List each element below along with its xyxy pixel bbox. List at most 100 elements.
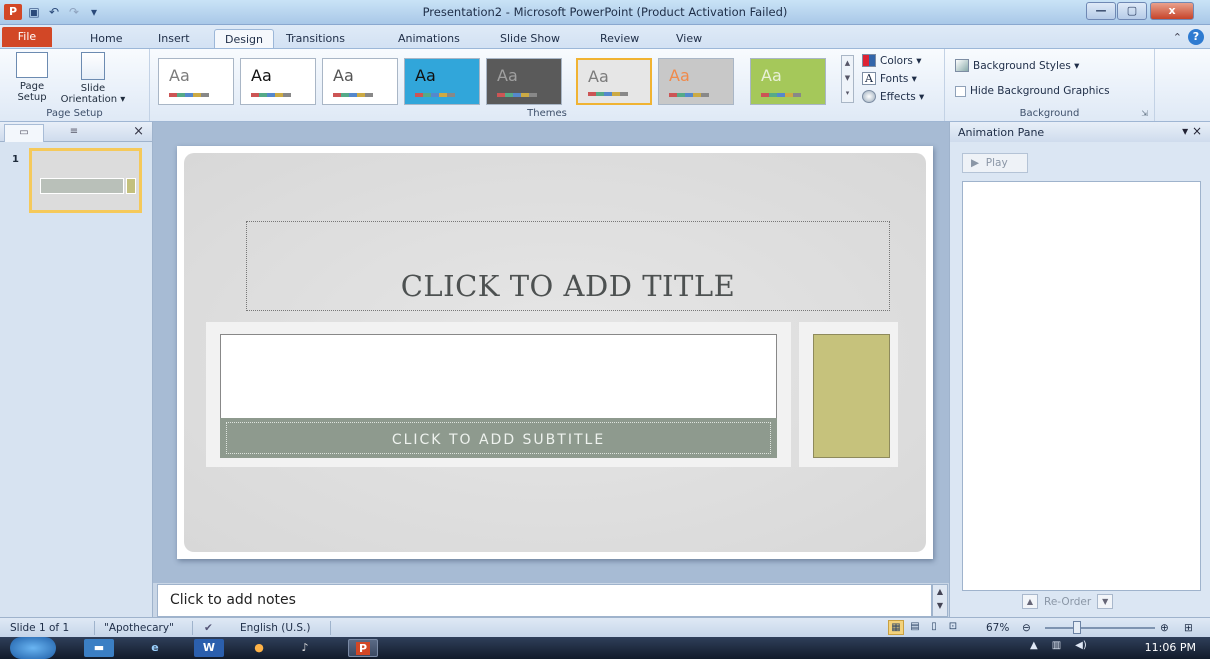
checkbox-icon xyxy=(955,85,966,97)
page-setup-icon xyxy=(16,52,48,78)
zoom-out-icon[interactable]: ⊖ xyxy=(1022,622,1031,634)
move-up-icon[interactable]: ▲ xyxy=(1022,594,1038,609)
volume-icon[interactable]: ◀) xyxy=(1075,640,1087,651)
window-title: Presentation2 - Microsoft PowerPoint (Pr… xyxy=(422,5,788,19)
theme-color-bar xyxy=(588,92,628,96)
explorer-icon[interactable]: ▬ xyxy=(84,639,114,657)
tab-slide-show[interactable]: Slide Show xyxy=(490,29,570,49)
page-setup-group-label: Page Setup xyxy=(46,108,103,119)
powerpoint-taskbar-icon[interactable]: P xyxy=(348,639,378,657)
dialog-launcher-icon[interactable]: ⇲ xyxy=(1141,109,1148,118)
tab-insert[interactable]: Insert xyxy=(148,29,200,49)
slide-thumbnail[interactable] xyxy=(29,148,142,213)
network-icon[interactable]: ▥ xyxy=(1052,640,1061,651)
tab-animations[interactable]: Animations xyxy=(388,29,470,49)
tab-outline[interactable]: ≡ xyxy=(54,124,94,142)
pane-options-icon[interactable]: ▾ xyxy=(1182,124,1188,138)
theme-thumbnail[interactable]: Aa xyxy=(576,58,652,105)
thumbnail-accent xyxy=(126,178,136,194)
hide-background-graphics-checkbox[interactable]: Hide Background Graphics xyxy=(955,85,1110,97)
tab-file[interactable]: File xyxy=(2,27,52,47)
notes-scrollbar[interactable]: ▲ ▼ xyxy=(932,584,948,617)
zoom-slider[interactable] xyxy=(1045,627,1155,629)
colors-button[interactable]: Colors ▾ xyxy=(862,54,922,67)
theme-thumbnail[interactable]: Aa xyxy=(158,58,234,105)
help-icon[interactable]: ? xyxy=(1188,29,1204,45)
app-icon[interactable]: ♪ xyxy=(290,639,320,657)
slide-canvas[interactable]: CLICK TO ADD TITLE CLICK TO ADD SUBTITLE xyxy=(177,146,933,559)
zoom-slider-thumb[interactable] xyxy=(1073,621,1081,634)
title-placeholder[interactable]: CLICK TO ADD TITLE xyxy=(246,221,890,311)
slide-sorter-icon[interactable]: ▤ xyxy=(907,620,923,635)
theme-thumbnail[interactable]: Aa xyxy=(750,58,826,105)
normal-view-icon[interactable]: ▦ xyxy=(888,620,904,635)
theme-thumbnail[interactable]: Aa xyxy=(486,58,562,105)
internet-explorer-icon[interactable]: e xyxy=(140,639,170,657)
tab-transitions[interactable]: Transitions xyxy=(276,29,355,49)
animation-pane: Animation Pane ▾ × ▶ Play ▲ Re-Order ▼ xyxy=(949,122,1210,617)
theme-thumbnail[interactable]: Aa xyxy=(404,58,480,105)
tab-home[interactable]: Home xyxy=(80,29,132,49)
themes-gallery-scroll[interactable]: ▲ ▼ ▾ xyxy=(841,55,854,103)
tab-view[interactable]: View xyxy=(666,29,712,49)
clock[interactable]: 11:06 PM xyxy=(1145,641,1196,654)
page-setup-button[interactable]: Page Setup xyxy=(2,52,62,103)
close-icon[interactable]: × xyxy=(1192,124,1202,138)
theme-name[interactable]: "Apothecary" xyxy=(104,622,174,634)
thumbnail-band xyxy=(40,178,124,194)
minimize-button[interactable]: — xyxy=(1086,2,1116,20)
theme-thumbnail[interactable]: Aa xyxy=(658,58,734,105)
accent-block xyxy=(813,334,890,458)
theme-thumbnail[interactable]: Aa xyxy=(322,58,398,105)
fonts-icon: A xyxy=(862,72,876,85)
maximize-button[interactable]: ▢ xyxy=(1117,2,1147,20)
title-bar: P ▣ ↶ ↷ ▾ Presentation2 - Microsoft Powe… xyxy=(0,0,1210,25)
windows-taskbar: ▬ e W ● ♪ P ▲ ▥ ◀) 11:06 PM xyxy=(0,637,1210,659)
theme-sample-text: Aa xyxy=(669,66,690,85)
tab-slides-thumbnails[interactable]: ▭ xyxy=(4,124,44,142)
background-styles-button[interactable]: Background Styles ▾ xyxy=(955,59,1079,72)
effects-icon xyxy=(862,90,876,103)
fonts-button[interactable]: A Fonts ▾ xyxy=(862,72,917,85)
theme-color-bar xyxy=(415,93,455,97)
effects-button[interactable]: Effects ▾ xyxy=(862,90,924,103)
theme-sample-text: Aa xyxy=(588,67,609,86)
word-icon[interactable]: W xyxy=(194,639,224,657)
zoom-level[interactable]: 67% xyxy=(986,622,1009,634)
fit-to-window-icon[interactable]: ⊞ xyxy=(1184,622,1193,634)
theme-thumbnail[interactable]: Aa xyxy=(240,58,316,105)
theme-sample-text: Aa xyxy=(251,66,272,85)
tab-design[interactable]: Design xyxy=(214,29,274,49)
close-button[interactable]: x xyxy=(1150,2,1194,20)
slide-orientation-button[interactable]: Slide Orientation ▾ xyxy=(58,52,128,105)
thumbnail-pane-tabs: ▭ ≡ × xyxy=(0,122,152,142)
slide-editing-area: CLICK TO ADD TITLE CLICK TO ADD SUBTITLE xyxy=(153,122,949,583)
animation-list[interactable] xyxy=(962,181,1201,591)
zoom-in-icon[interactable]: ⊕ xyxy=(1160,622,1169,634)
notes-pane[interactable]: Click to add notes xyxy=(157,584,932,617)
close-icon[interactable]: × xyxy=(133,124,144,139)
subtitle-placeholder[interactable]: CLICK TO ADD SUBTITLE xyxy=(226,422,771,454)
show-hidden-icons-icon[interactable]: ▲ xyxy=(1030,640,1038,651)
move-down-icon[interactable]: ▼ xyxy=(1097,594,1114,609)
slide-show-icon[interactable]: ⊡ xyxy=(945,620,961,635)
firefox-icon[interactable]: ● xyxy=(244,639,274,657)
start-button[interactable] xyxy=(10,637,56,659)
theme-color-bar xyxy=(333,93,373,97)
minimize-ribbon-icon[interactable]: ⌃ xyxy=(1173,31,1182,44)
animation-pane-header: Animation Pane ▾ × xyxy=(950,122,1210,142)
play-button[interactable]: ▶ Play xyxy=(962,153,1028,173)
slide-number: 1 xyxy=(12,154,19,165)
ribbon-tabs: File Home Insert Design Transitions Anim… xyxy=(0,25,1210,49)
background-styles-icon xyxy=(955,59,969,72)
language[interactable]: English (U.S.) xyxy=(240,622,310,634)
tab-review[interactable]: Review xyxy=(590,29,649,49)
reorder-controls: ▲ Re-Order ▼ xyxy=(1022,594,1114,609)
spell-check-icon[interactable]: ✔ xyxy=(204,622,213,634)
system-tray: ▲ ▥ ◀) xyxy=(1030,640,1087,651)
theme-sample-text: Aa xyxy=(415,66,436,85)
slides-thumbnail-pane: ▭ ≡ × 1 xyxy=(0,122,153,617)
theme-sample-text: Aa xyxy=(169,66,190,85)
status-bar: Slide 1 of 1 "Apothecary" ✔ English (U.S… xyxy=(0,617,1210,637)
reading-view-icon[interactable]: ▯ xyxy=(926,620,942,635)
